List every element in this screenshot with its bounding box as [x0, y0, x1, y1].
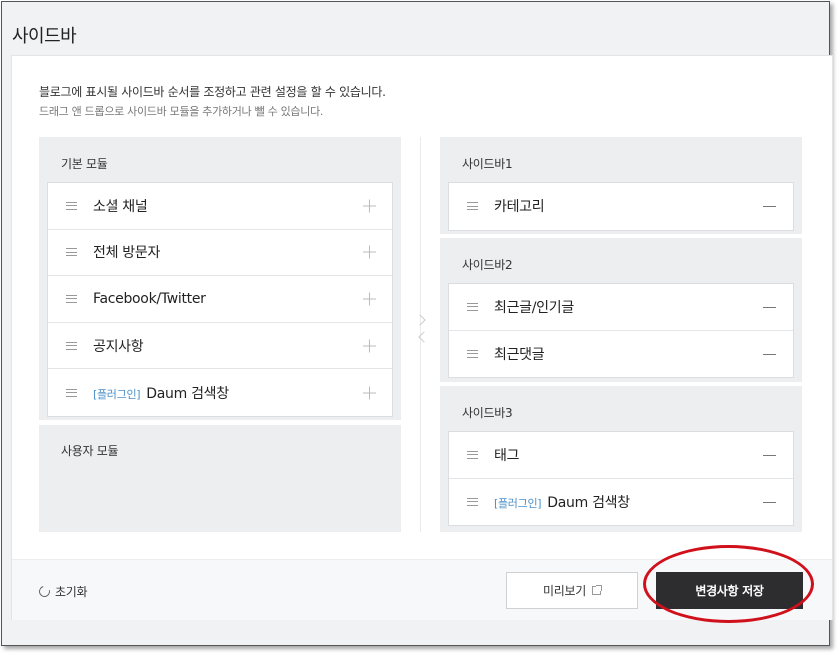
sidebar2-title: 사이드바2 [462, 258, 513, 272]
module-item-label: [플러그인] Daum 검색창 [93, 385, 229, 402]
sidebar1-group[interactable]: 사이드바1 카테고리 [440, 137, 802, 234]
drag-handle-icon[interactable] [66, 294, 77, 303]
plus-icon[interactable] [363, 292, 376, 306]
minus-icon[interactable] [763, 306, 776, 308]
drag-handle-icon[interactable] [66, 341, 77, 350]
sidebar3-title: 사이드바3 [462, 406, 513, 420]
page-description: 블로그에 표시될 사이드바 순서를 조정하고 관련 설정을 할 수 있습니다. [39, 85, 386, 99]
module-item-label: Facebook/Twitter [93, 290, 206, 307]
module-item-social[interactable]: 소셜 채널 [48, 183, 392, 230]
minus-icon[interactable] [763, 454, 776, 456]
plus-icon[interactable] [363, 386, 376, 400]
user-module-title: 사용자 모듈 [61, 444, 119, 458]
drag-handle-icon[interactable] [66, 201, 77, 210]
save-button[interactable]: 변경사항 저장 [656, 572, 803, 609]
drag-handle-icon[interactable] [66, 388, 77, 397]
module-item-label: 소셜 채널 [93, 198, 148, 215]
sidebar1-list: 카테고리 [448, 182, 794, 231]
plus-icon[interactable] [363, 245, 376, 259]
basic-module-list: 소셜 채널 전체 방문자 Facebook/Twitter 공지사항 [플러그인… [47, 182, 393, 417]
sidebar-item-daum-search[interactable]: [플러그인] Daum 검색창 [449, 479, 793, 526]
sidebar2-list: 최근글/인기글 최근댓글 [448, 283, 794, 379]
sidebar-column: 사이드바1 카테고리 사이드바2 최근글/인기글 최근댓글 사이드바3 태그 [… [440, 137, 802, 532]
sidebar3-group[interactable]: 사이드바3 태그 [플러그인] Daum 검색창 [440, 386, 802, 532]
drag-handle-icon[interactable] [467, 349, 478, 358]
sidebar-item-category[interactable]: 카테고리 [449, 183, 793, 230]
module-item-label: 최근글/인기글 [494, 299, 574, 316]
page-title: 사이드바 [12, 26, 77, 47]
plus-icon[interactable] [363, 339, 376, 353]
preview-button[interactable]: 미리보기 [506, 572, 638, 609]
minus-icon[interactable] [763, 353, 776, 355]
plugin-tag: [플러그인] [93, 387, 141, 401]
external-link-icon [591, 585, 602, 595]
sidebar3-list: 태그 [플러그인] Daum 검색창 [448, 431, 794, 527]
app-window: 사이드바 블로그에 표시될 사이드바 순서를 조정하고 관련 설정을 할 수 있… [1, 1, 833, 646]
settings-panel: 블로그에 표시될 사이드바 순서를 조정하고 관련 설정을 할 수 있습니다. … [11, 55, 833, 620]
sidebar-item-recent-popular[interactable]: 최근글/인기글 [449, 284, 793, 331]
drag-handle-icon[interactable] [467, 302, 478, 311]
page-sub-description: 드래그 앤 드롭으로 사이드바 모듈을 추가하거나 뺄 수 있습니다. [39, 105, 324, 118]
sidebar-item-recent-comments[interactable]: 최근댓글 [449, 331, 793, 378]
module-item-daum-search[interactable]: [플러그인] Daum 검색창 [48, 369, 392, 416]
action-footer: 초기화 미리보기 변경사항 저장 [12, 559, 832, 620]
drag-handle-icon[interactable] [467, 497, 478, 506]
module-item-label: 최근댓글 [494, 346, 545, 363]
user-module-group[interactable]: 사용자 모듈 [39, 425, 401, 532]
module-item-facebook-twitter[interactable]: Facebook/Twitter [48, 276, 392, 323]
module-item-visitors[interactable]: 전체 방문자 [48, 230, 392, 277]
plugin-tag: [플러그인] [494, 496, 542, 510]
sidebar1-title: 사이드바1 [462, 157, 513, 171]
module-item-notice[interactable]: 공지사항 [48, 323, 392, 370]
refresh-icon [36, 583, 53, 600]
preview-label: 미리보기 [543, 584, 586, 598]
sidebar-item-tag[interactable]: 태그 [449, 432, 793, 479]
drag-handle-icon[interactable] [66, 248, 77, 257]
basic-module-group: 기본 모듈 소셜 채널 전체 방문자 Facebook/Twitter 공지사항… [39, 137, 401, 420]
plus-icon[interactable] [363, 199, 376, 213]
sidebar2-group[interactable]: 사이드바2 최근글/인기글 최근댓글 [440, 238, 802, 382]
reset-label: 초기화 [55, 585, 88, 599]
drag-handle-icon[interactable] [467, 450, 478, 459]
module-item-label: 공지사항 [93, 338, 144, 355]
chevron-right-icon [414, 314, 426, 326]
module-item-label: 카테고리 [494, 199, 545, 216]
basic-module-title: 기본 모듈 [61, 157, 108, 171]
module-item-label: 태그 [494, 447, 520, 464]
minus-icon[interactable] [763, 501, 776, 503]
module-item-label: 전체 방문자 [93, 245, 161, 262]
module-column: 기본 모듈 소셜 채널 전체 방문자 Facebook/Twitter 공지사항… [39, 137, 401, 532]
module-item-label: [플러그인] Daum 검색창 [494, 494, 630, 511]
minus-icon[interactable] [763, 206, 776, 208]
reset-button[interactable]: 초기화 [36, 583, 88, 600]
drag-handle-icon[interactable] [467, 202, 478, 211]
